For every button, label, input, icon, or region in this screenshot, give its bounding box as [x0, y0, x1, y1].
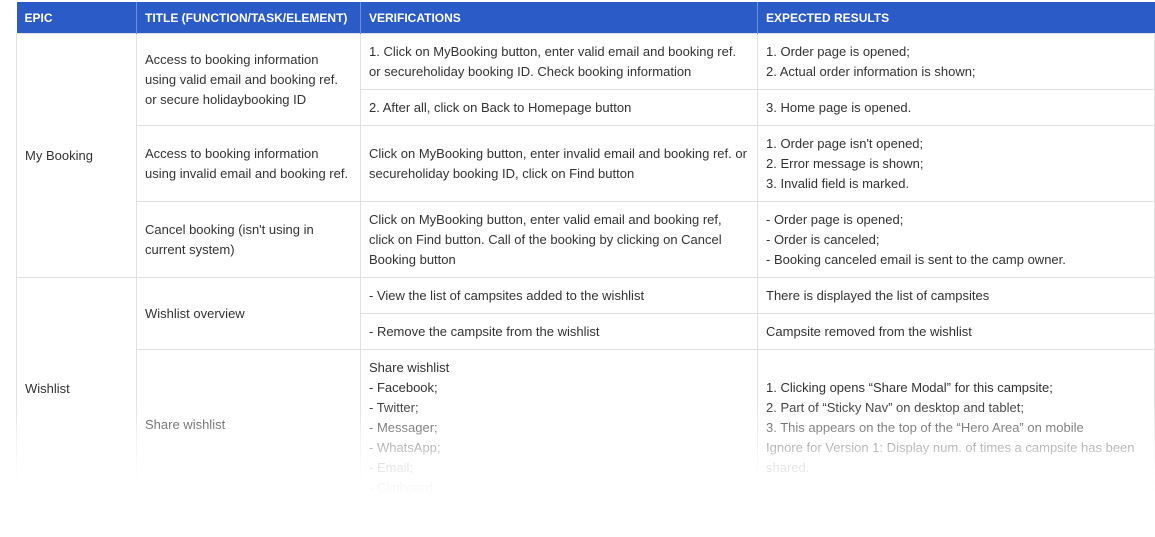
table-row: Wishlist Wishlist overview - View the li… — [16, 277, 1155, 500]
title-cell: Access to booking information using inva… — [136, 125, 361, 202]
expected-cell: 3. Home page is opened. — [757, 89, 1155, 126]
expected-cell: There is displayed the list of campsites — [757, 277, 1155, 314]
table-row: Share wishlist Share wishlist - Facebook… — [17, 349, 1155, 500]
header-epic: EPIC — [16, 2, 137, 34]
header-expected: EXPECTED RESULTS — [757, 2, 1155, 34]
epic-cell: My Booking — [16, 33, 137, 278]
verification-cell: Click on MyBooking button, enter valid e… — [360, 201, 758, 278]
header-verifications: VERIFICATIONS — [360, 2, 758, 34]
table-row: Cancel booking (isn't using in current s… — [17, 201, 1155, 278]
verification-cell: Click on MyBooking button, enter invalid… — [360, 125, 758, 202]
title-cell: Wishlist overview — [136, 277, 361, 350]
title-cell: Cancel booking (isn't using in current s… — [136, 201, 361, 278]
expected-cell: 1. Clicking opens “Share Modal” for this… — [757, 349, 1155, 500]
verification-cell: Share wishlist - Facebook; - Twitter; - … — [360, 349, 758, 500]
table-row: My Booking Access to booking information… — [16, 33, 1155, 278]
header-title: TITLE (FUNCTION/TASK/ELEMENT) — [136, 2, 361, 34]
expected-cell: - Order page is opened; - Order is cancel… — [757, 201, 1155, 278]
title-cell: Share wishlist — [136, 349, 361, 500]
expected-cell: Campsite removed from the wishlist — [757, 313, 1155, 350]
header-row: EPIC TITLE (FUNCTION/TASK/ELEMENT) VERIF… — [16, 2, 1155, 34]
verification-cell: - View the list of campsites added to th… — [360, 277, 758, 314]
verification-cell: - Remove the campsite from the wishlist — [360, 313, 758, 350]
verification-cell: 2. After all, click on Back to Homepage … — [360, 89, 758, 126]
verification-cell: 1. Click on MyBooking button, enter vali… — [360, 33, 758, 90]
test-cases-table: EPIC TITLE (FUNCTION/TASK/ELEMENT) VERIF… — [16, 2, 1155, 500]
epic-cell: Wishlist — [16, 277, 137, 500]
expected-cell: 1. Order page is opened; 2. Actual order … — [757, 33, 1155, 90]
expected-cell: 1. Order page isn't opened; 2. Error mess… — [757, 125, 1155, 202]
title-cell: Access to booking information using vali… — [136, 33, 361, 126]
table-row: Access to booking information using inva… — [17, 125, 1155, 202]
